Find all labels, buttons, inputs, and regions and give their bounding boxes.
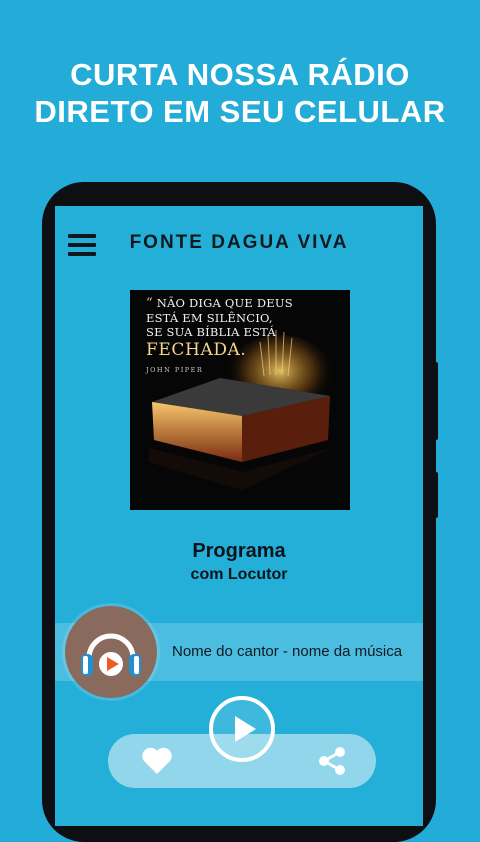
quote-line1: NÃO DIGA QUE DEUS [156, 296, 293, 310]
promo-headline: CURTA NOSSA RÁDIO DIRETO EM SEU CELULAR [0, 56, 480, 130]
quote-mark: “ [146, 296, 153, 311]
share-icon[interactable] [316, 745, 348, 777]
quote-emphasis: FECHADA. [146, 340, 247, 360]
quote-line3: SE SUA BÍBLIA ESTÁ [146, 325, 276, 339]
phone-side-button-lower [433, 472, 438, 518]
quote-author: JOHN PIPER [146, 366, 204, 374]
program-title: Programa [192, 540, 286, 562]
now-playing-track: Nome do cantor - nome da música [172, 643, 403, 660]
cover-quote: “ NÃO DIGA QUE DEUS ESTÁ EM SILÊNCIO, SE… [146, 296, 346, 377]
app-title: FONTE DAGUA VIVA [129, 232, 349, 253]
play-button[interactable] [209, 696, 275, 762]
phone-side-button [433, 362, 438, 440]
program-host: com Locutor [190, 566, 288, 583]
station-avatar [65, 606, 157, 698]
heart-icon[interactable] [140, 746, 174, 776]
promo-headline-line2: DIRETO EM SEU CELULAR [34, 94, 446, 129]
play-icon [235, 716, 256, 742]
album-cover: “ NÃO DIGA QUE DEUS ESTÁ EM SILÊNCIO, SE… [130, 290, 350, 510]
quote-line2: ESTÁ EM SILÊNCIO, [146, 311, 273, 325]
headphones-icon [81, 633, 141, 676]
promo-headline-line1: CURTA NOSSA RÁDIO [70, 57, 410, 92]
